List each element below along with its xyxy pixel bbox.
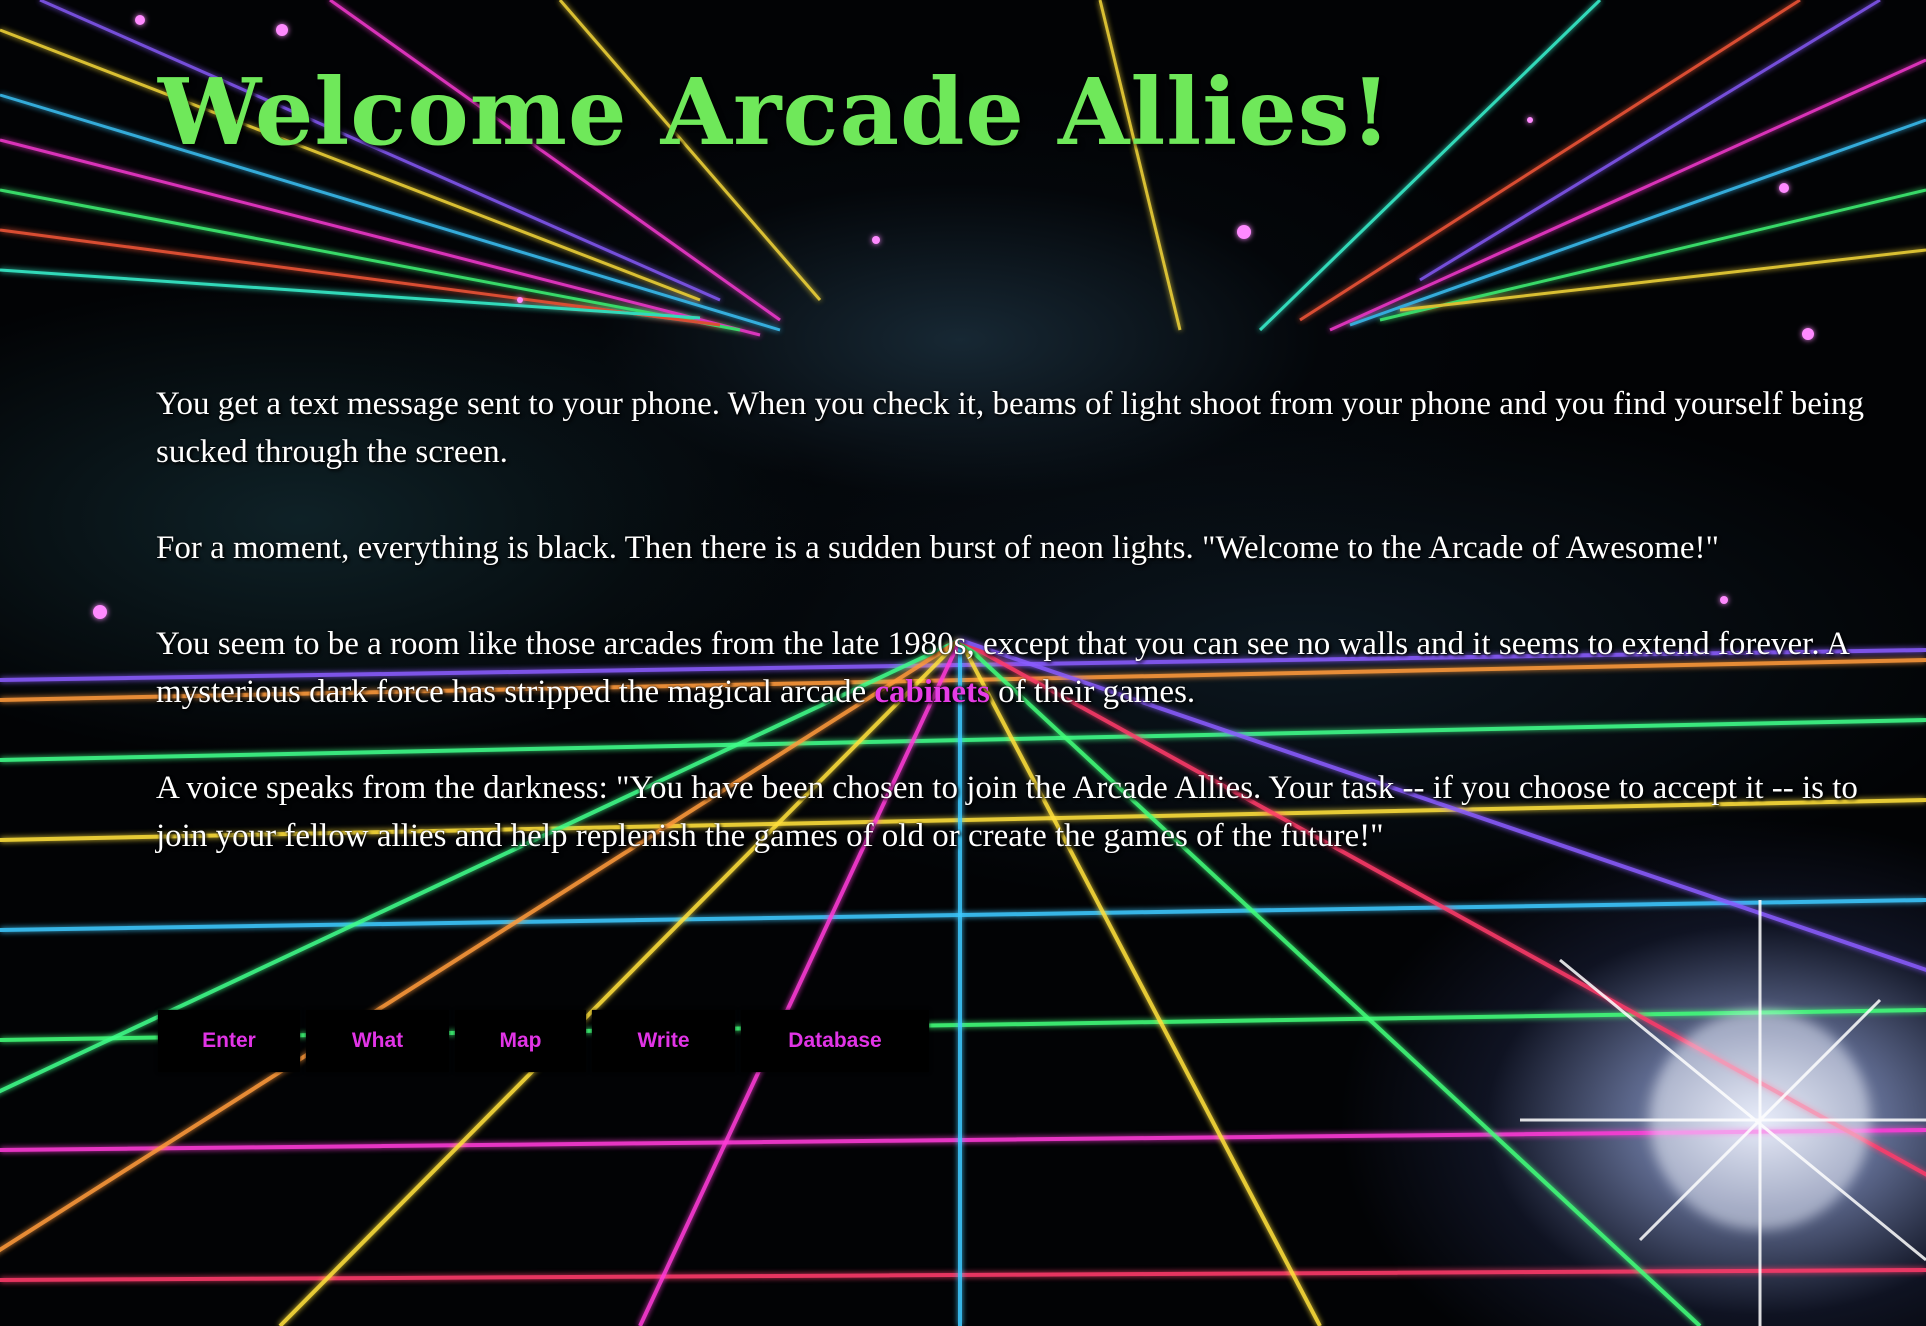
story-paragraph-3-end: of their games. bbox=[989, 674, 1196, 710]
nav-enter-button[interactable]: Enter bbox=[158, 1010, 300, 1072]
nav-bar: Enter What Map Write Database bbox=[158, 1010, 929, 1072]
story-paragraph-1: You get a text message sent to your phon… bbox=[156, 386, 1865, 470]
nav-what-button[interactable]: What bbox=[306, 1010, 449, 1072]
main-content: Welcome Arcade Allies! You get a text me… bbox=[0, 0, 1926, 1326]
nav-write-button[interactable]: Write bbox=[592, 1010, 735, 1072]
page-title: Welcome Arcade Allies! bbox=[158, 58, 1392, 166]
story-paragraph-4: A voice speaks from the darkness: "You h… bbox=[156, 770, 1858, 854]
page-background: Welcome Arcade Allies! You get a text me… bbox=[0, 0, 1926, 1326]
nav-map-button[interactable]: Map bbox=[455, 1010, 586, 1072]
story-paragraph-3: You seem to be a room like those arcades… bbox=[156, 620, 1886, 716]
story-paragraph-2: For a moment, everything is black. Then … bbox=[156, 530, 1720, 566]
nav-database-button[interactable]: Database bbox=[741, 1010, 929, 1072]
cabinets-link[interactable]: cabinets bbox=[874, 674, 990, 710]
story-text: You get a text message sent to your phon… bbox=[156, 380, 1886, 908]
